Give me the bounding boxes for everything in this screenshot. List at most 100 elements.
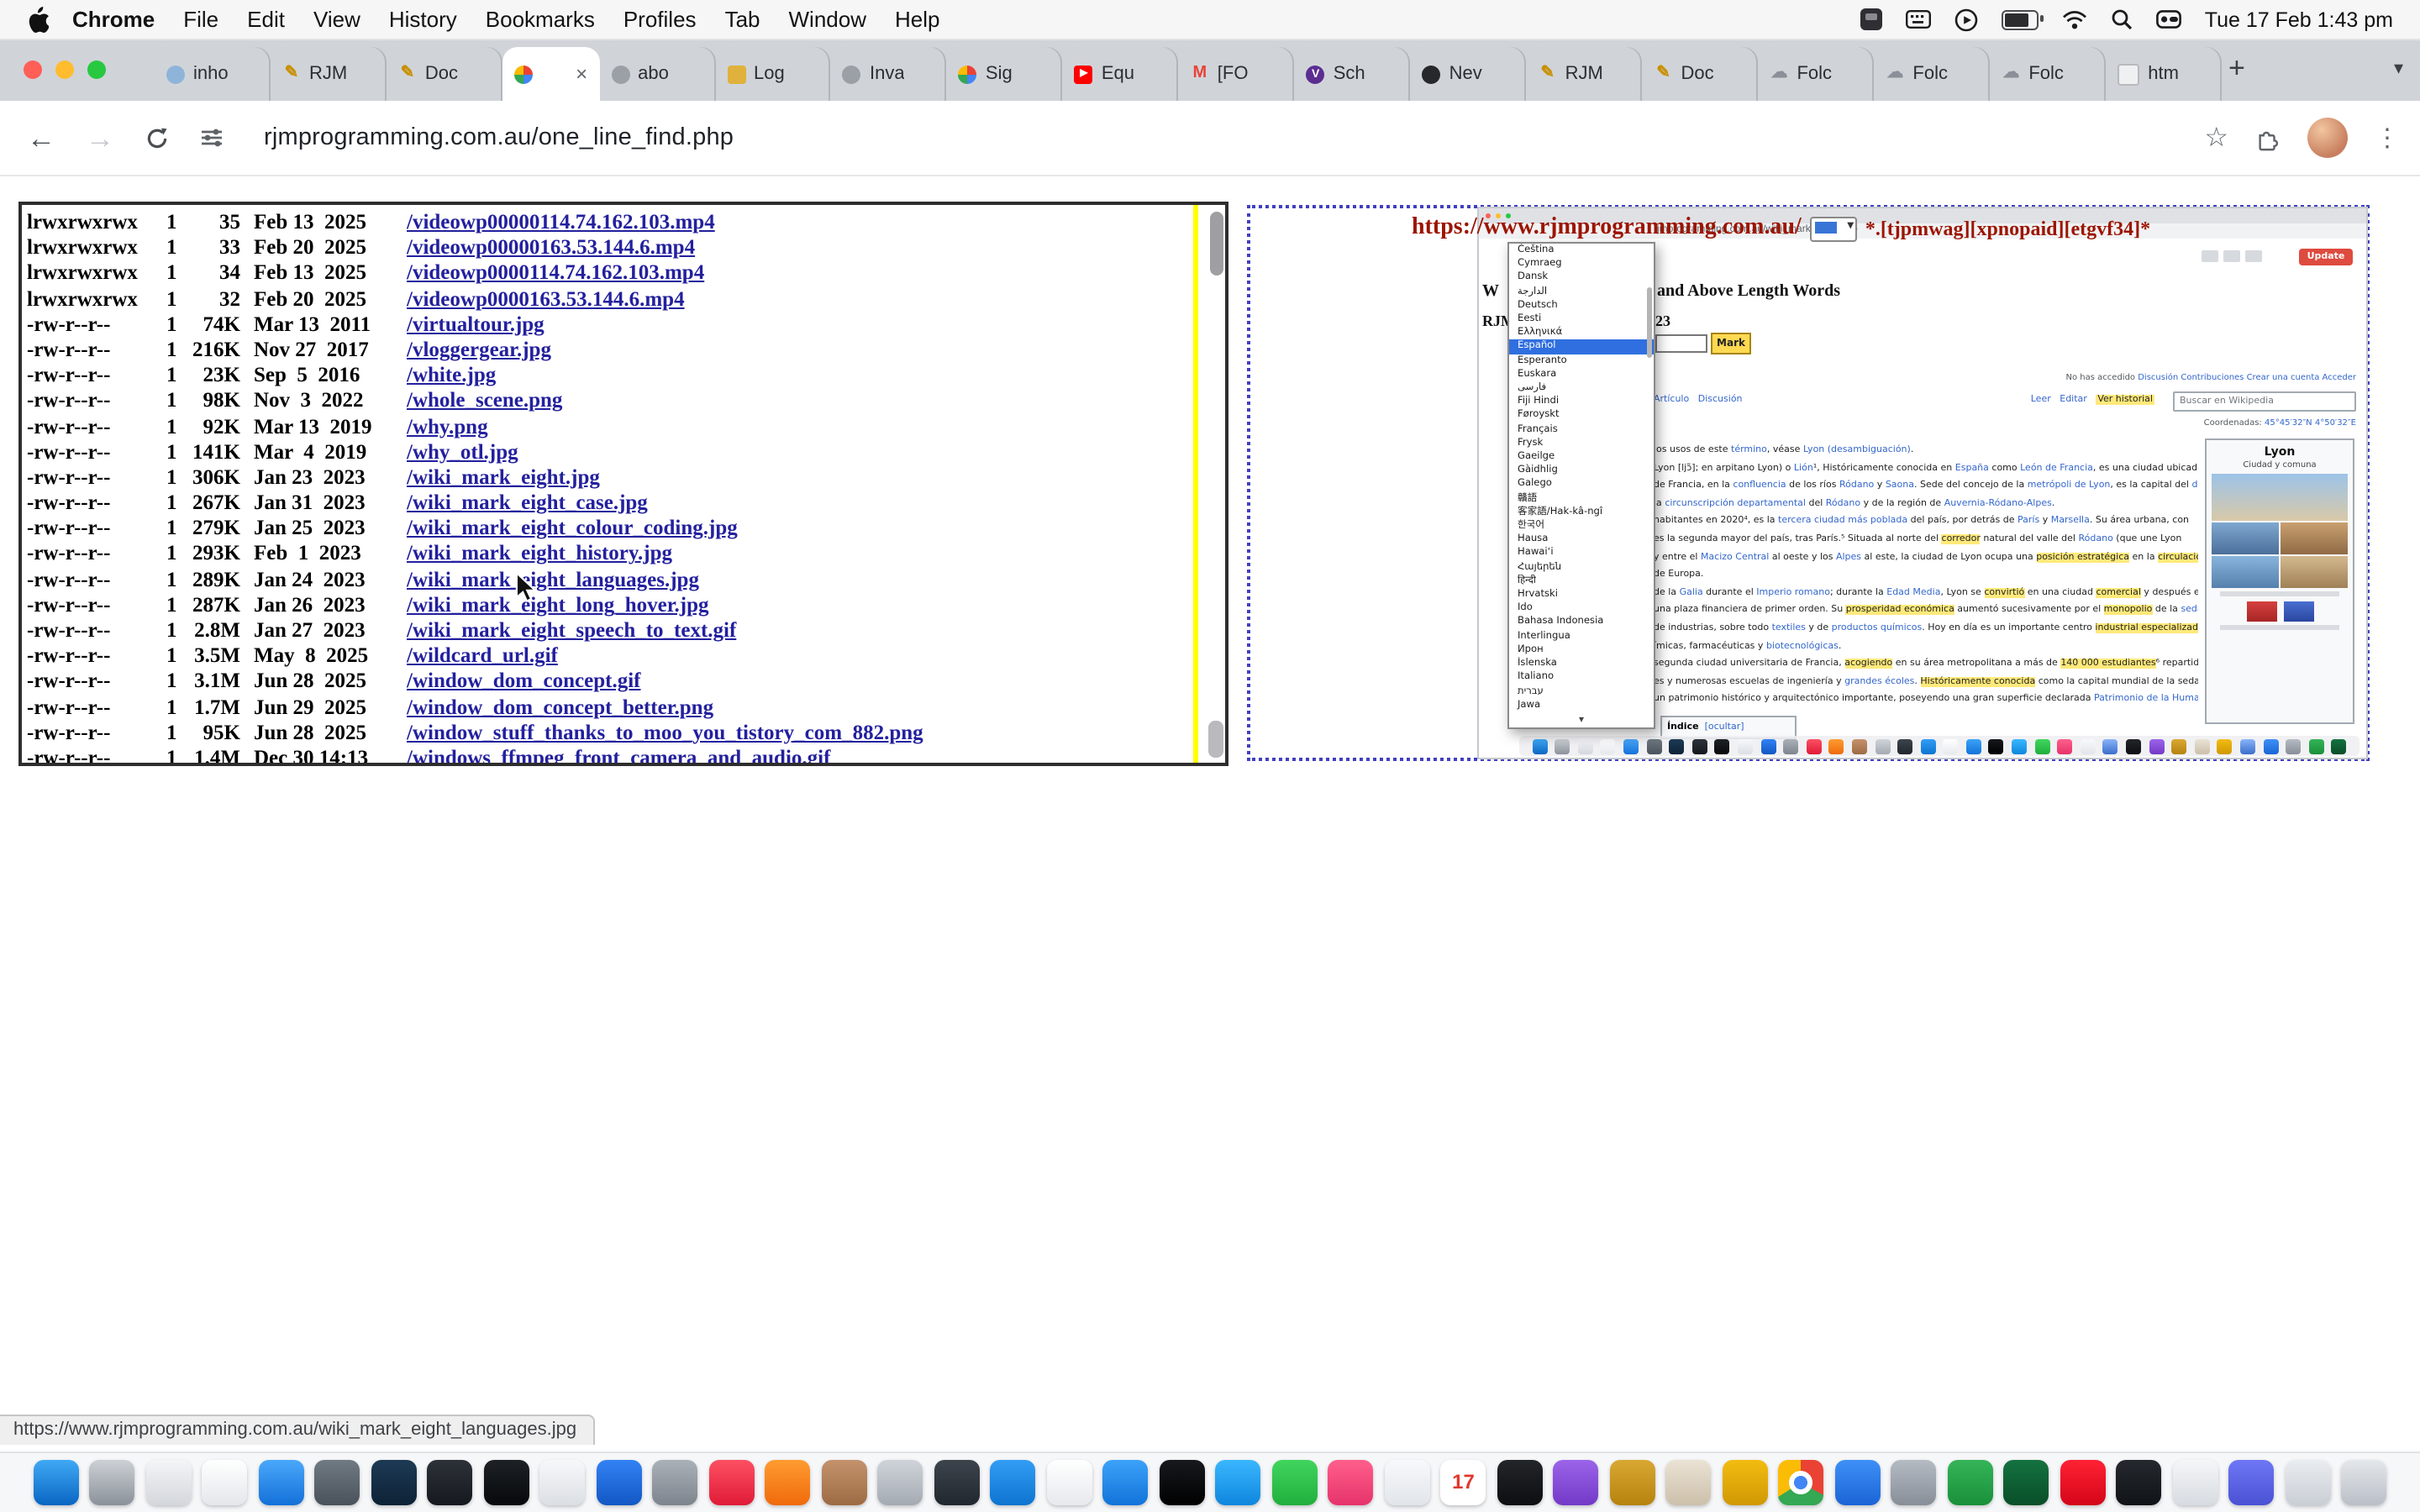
scrollbar-thumb[interactable] <box>1210 212 1223 276</box>
browser-tab[interactable]: ☁Folc <box>1758 47 1874 101</box>
dock-icon-app-dark[interactable] <box>428 1460 473 1505</box>
dock-icon-app-silver[interactable] <box>653 1460 698 1505</box>
browser-tab[interactable]: abo <box>599 47 715 101</box>
bookmark-star-icon[interactable]: ☆ <box>2204 121 2228 155</box>
spotlight-icon[interactable] <box>2111 8 2133 30</box>
file-link[interactable]: /why_otl.jpg <box>407 439 518 465</box>
menu-item-help[interactable]: Help <box>895 7 940 32</box>
dock-icon-app-grey[interactable] <box>315 1460 360 1505</box>
forward-button[interactable]: → <box>86 123 114 152</box>
dock-icon-tv[interactable] <box>1160 1460 1205 1505</box>
file-link[interactable]: /wiki_mark_eight.jpg <box>407 465 600 491</box>
close-button[interactable] <box>24 60 42 79</box>
browser-tab[interactable]: ✎RJM <box>1527 47 1643 101</box>
menu-item-profiles[interactable]: Profiles <box>623 7 697 32</box>
dock-icon-app-fog[interactable] <box>2286 1460 2331 1505</box>
dock-icon-app-pink[interactable] <box>1328 1460 1374 1505</box>
file-link[interactable]: /wiki_mark_eight_case.jpg <box>407 491 648 516</box>
menu-bar-clock[interactable]: Tue 17 Feb 1:43 pm <box>2205 8 2393 31</box>
dock-icon-app-code[interactable] <box>2173 1460 2218 1505</box>
apple-menu[interactable] <box>27 6 49 33</box>
menu-item-history[interactable]: History <box>389 7 457 32</box>
browser-tab[interactable]: ☁Folc <box>1874 47 1990 101</box>
dock-icon-finder[interactable] <box>34 1460 79 1505</box>
browser-tab[interactable]: htm <box>2106 47 2222 101</box>
dock-icon-photos-2[interactable] <box>1047 1460 1092 1505</box>
file-link[interactable]: /windows_ffmpeg_front_camera_and_audio.g… <box>407 746 830 766</box>
file-link[interactable]: /whole_scene.png <box>407 389 562 414</box>
play-icon[interactable] <box>1954 8 1978 31</box>
browser-tab[interactable]: M[FO <box>1179 47 1295 101</box>
file-link[interactable]: /window_dom_concept.gif <box>407 669 641 695</box>
file-link[interactable]: /wiki_mark_eight_speech_to_text.gif <box>407 618 736 643</box>
dock-icon-app-forest[interactable] <box>2004 1460 2049 1505</box>
dock-icon-music[interactable] <box>709 1460 755 1505</box>
dock-icon-app-black[interactable] <box>484 1460 529 1505</box>
browser-tab[interactable]: Log <box>715 47 831 101</box>
control-center-icon[interactable] <box>2156 10 2181 29</box>
dock-icon-app-charcoal[interactable] <box>2117 1460 2162 1505</box>
dock-icon-calendar[interactable]: 17 <box>1441 1460 1486 1505</box>
dock-icon-trash[interactable] <box>2342 1460 2387 1505</box>
browser-tab[interactable]: Inva <box>831 47 947 101</box>
menu-item-bookmarks[interactable]: Bookmarks <box>486 7 595 32</box>
image-hover-preview[interactable]: https://www.rjmprogramming.com.au/ ▾ *.[… <box>1247 205 2370 761</box>
keyboard-icon[interactable] <box>1906 10 1931 29</box>
preview-language-select[interactable]: ▾ <box>1810 216 1857 241</box>
browser-tab[interactable]: ✎RJM <box>271 47 387 101</box>
browser-tab[interactable]: ✎Doc <box>387 47 502 101</box>
zoom-button[interactable] <box>87 60 106 79</box>
file-link[interactable]: /window_dom_concept_better.png <box>407 695 713 720</box>
browser-tab[interactable]: VSch <box>1295 47 1411 101</box>
browser-menu-icon[interactable]: ⋮ <box>2375 123 2400 153</box>
browser-tab[interactable]: ▶Equ <box>1063 47 1179 101</box>
dock-icon-app-blue[interactable] <box>597 1460 642 1505</box>
active-app-name[interactable]: Chrome <box>72 7 155 32</box>
dock-icon-zoom[interactable] <box>1835 1460 1881 1505</box>
dock-icon-app-azure[interactable] <box>991 1460 1036 1505</box>
menu-item-view[interactable]: View <box>313 7 360 32</box>
wifi-icon[interactable] <box>2062 9 2087 29</box>
file-link[interactable]: /white.jpg <box>407 363 496 388</box>
file-link[interactable]: /wiki_mark_eight_colour_coding.jpg <box>407 517 738 542</box>
tab-close-icon[interactable]: × <box>576 64 587 84</box>
dock-icon-app-gold[interactable] <box>1610 1460 1655 1505</box>
reload-button[interactable] <box>145 125 170 150</box>
battery-icon[interactable] <box>2002 9 2039 29</box>
file-link[interactable]: /wildcard_url.gif <box>407 643 558 669</box>
file-link[interactable]: /videowp00000163.53.144.6.mp4 <box>407 235 695 260</box>
dock-icon-mail[interactable] <box>259 1460 304 1505</box>
menu-item-window[interactable]: Window <box>789 7 867 32</box>
browser-tab[interactable]: inho <box>155 47 271 101</box>
dock-icon-messages[interactable] <box>1272 1460 1318 1505</box>
file-link[interactable]: /vloggergear.jpg <box>407 338 551 363</box>
file-link[interactable]: /videowp00000114.74.162.103.mp4 <box>407 210 715 235</box>
profile-avatar[interactable] <box>2307 118 2348 158</box>
screen-mirroring-icon[interactable] <box>1860 8 1882 30</box>
dock-icon-launchpad[interactable] <box>146 1460 192 1505</box>
back-button[interactable]: ← <box>27 123 55 152</box>
tab-search-chevron-icon[interactable]: ▾ <box>2394 57 2403 79</box>
browser-tab[interactable]: × <box>502 47 599 101</box>
address-bar[interactable]: rjmprogramming.com.au/one_line_find.php <box>264 124 734 151</box>
file-link[interactable]: /wiki_mark_eight_history.jpg <box>407 542 672 567</box>
dock-icon-photos[interactable] <box>203 1460 248 1505</box>
dock-icon-app-white[interactable] <box>540 1460 586 1505</box>
browser-tab[interactable]: Sig <box>947 47 1063 101</box>
site-settings-icon[interactable] <box>200 126 224 150</box>
dock-icon-app-store[interactable] <box>1103 1460 1149 1505</box>
browser-tab[interactable]: ✎Doc <box>1643 47 1759 101</box>
dock-icon-safari[interactable] <box>1216 1460 1261 1505</box>
dock-icon-app-navy[interactable] <box>371 1460 417 1505</box>
file-link[interactable]: /wiki_mark_eight_languages.jpg <box>407 567 699 592</box>
dock-icon-app-light[interactable] <box>878 1460 923 1505</box>
dock-icon-app-tan[interactable] <box>1666 1460 1712 1505</box>
file-link[interactable]: /window_stuff_thanks_to_moo_you_tistory_… <box>407 721 923 746</box>
dock-icon-app-dark-2[interactable] <box>1497 1460 1543 1505</box>
menu-item-edit[interactable]: Edit <box>247 7 285 32</box>
dock-icon-firefox[interactable] <box>765 1460 811 1505</box>
dock-icon-pages[interactable] <box>1385 1460 1430 1505</box>
file-link[interactable]: /wiki_mark_eight_long_hover.jpg <box>407 593 709 618</box>
minimize-button[interactable] <box>55 60 74 79</box>
dock-icon-opera[interactable] <box>2060 1460 2106 1505</box>
